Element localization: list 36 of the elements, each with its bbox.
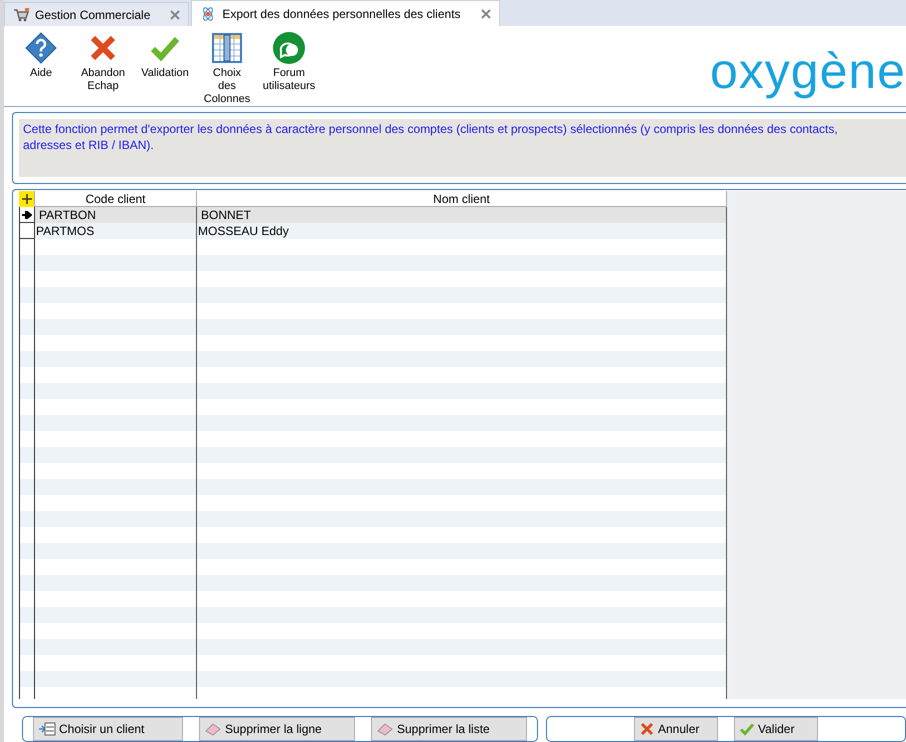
table-cell: MOSSEAU Eddy (197, 223, 727, 239)
table-columns-icon (211, 32, 243, 64)
arrow-icon (22, 210, 32, 218)
list-insert-icon (38, 722, 56, 736)
tab[interactable]: Export des données personnelles des clients (191, 0, 500, 26)
cross-icon (639, 721, 655, 737)
table-cell: BONNET (197, 207, 727, 223)
toolbar-button[interactable]: Abandon Echap (72, 32, 134, 93)
action-button[interactable]: Supprimer la liste (371, 717, 527, 741)
tab[interactable]: Gestion Commerciale (4, 2, 190, 26)
table-cell: PARTMOS (35, 223, 197, 239)
row-header[interactable] (19, 223, 35, 239)
plus-icon (22, 194, 32, 204)
row-header[interactable] (19, 207, 35, 223)
action-button[interactable]: Supprimer la ligne (199, 717, 355, 741)
info-text: Cette fonction permet d'exporter les données à caractère personnel des comptes (clients et prospects) sélectionnés (y compris les données des contacts, adresses et RIB / IBAN). (19, 119, 906, 177)
cart-icon (13, 8, 29, 22)
column-header[interactable]: Nom client (197, 191, 727, 207)
dialog-button[interactable]: Annuler (634, 717, 718, 741)
toolbar-button[interactable]: Forum utilisateurs (258, 32, 320, 93)
toolbar-button[interactable]: Validation (134, 32, 196, 80)
add-column-button[interactable] (19, 191, 35, 207)
toolbar-button[interactable]: Choix des Colonnes (196, 32, 258, 106)
table-cell: PARTBON (35, 207, 197, 223)
action-button[interactable]: Choisir un client (33, 717, 183, 741)
column-header[interactable]: Code client (35, 191, 197, 207)
toolbar-button[interactable]: Aide (10, 32, 72, 80)
logo: oxygène (710, 46, 906, 96)
help-icon (25, 32, 57, 64)
close-icon[interactable] (480, 8, 491, 18)
checkmark-icon (739, 721, 755, 737)
eraser-icon (204, 722, 222, 736)
eraser-icon (376, 722, 394, 736)
chat-bubbles-icon (273, 32, 305, 64)
dialog-button[interactable]: Valider (734, 717, 818, 741)
close-icon[interactable] (170, 10, 180, 20)
